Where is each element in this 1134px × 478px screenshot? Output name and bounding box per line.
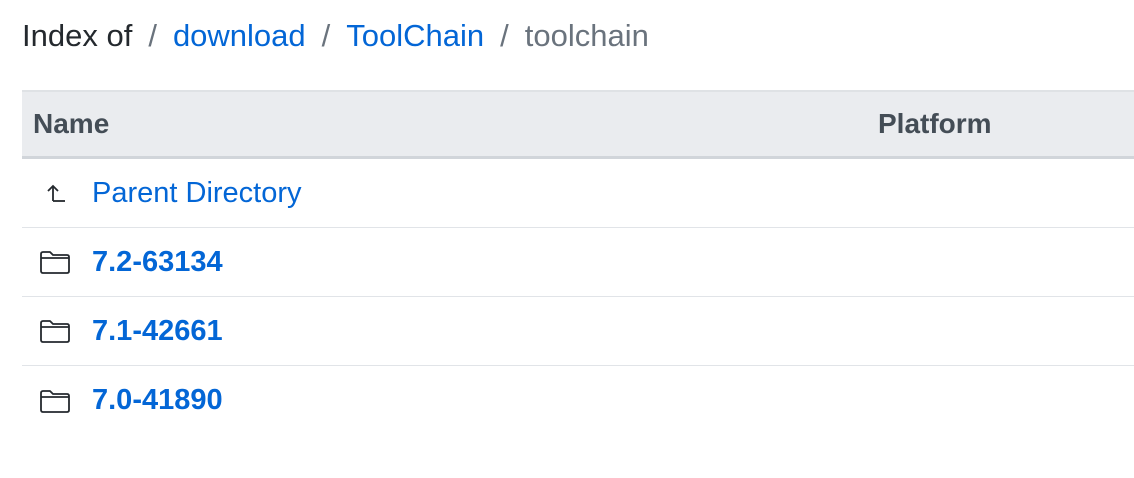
- breadcrumb-link-download[interactable]: download: [173, 18, 306, 54]
- column-header-name[interactable]: Name: [33, 108, 109, 140]
- table-row[interactable]: 7.0-41890: [22, 366, 1134, 435]
- parent-directory-row[interactable]: Parent Directory: [22, 159, 1134, 228]
- parent-directory-link[interactable]: Parent Directory: [92, 177, 302, 210]
- breadcrumb-prefix: Index of: [22, 18, 133, 53]
- breadcrumb: Index of / download / ToolChain / toolch…: [22, 14, 649, 58]
- breadcrumb-separator: /: [321, 18, 331, 53]
- table-row[interactable]: 7.2-63134: [22, 228, 1134, 297]
- breadcrumb-separator: /: [148, 18, 157, 53]
- folder-link-7-1[interactable]: 7.1-42661: [92, 315, 223, 348]
- table-header: Name Platform: [22, 90, 1134, 159]
- column-header-platform[interactable]: Platform: [878, 108, 992, 140]
- folder-icon: [37, 247, 73, 277]
- folder-icon: [37, 316, 73, 346]
- parent-directory-icon: [37, 178, 73, 208]
- breadcrumb-link-toolchain[interactable]: ToolChain: [346, 18, 484, 54]
- breadcrumb-separator: /: [500, 18, 509, 53]
- breadcrumb-current: toolchain: [524, 18, 649, 53]
- directory-listing: Name Platform Parent Directory 7.2-63134: [22, 90, 1134, 435]
- folder-link-7-0[interactable]: 7.0-41890: [92, 384, 223, 417]
- table-row[interactable]: 7.1-42661: [22, 297, 1134, 366]
- folder-link-7-2[interactable]: 7.2-63134: [92, 246, 223, 279]
- folder-icon: [37, 386, 73, 416]
